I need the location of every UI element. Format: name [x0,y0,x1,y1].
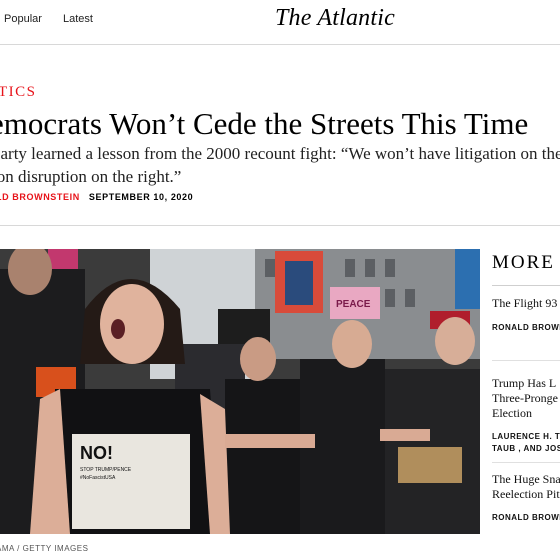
story-author-line: LAURENCE H. T [492,432,560,441]
byline: LD BROWNSTEIN SEPTEMBER 10, 2020 [0,192,193,202]
author-link[interactable]: LD BROWNSTEIN [0,192,80,202]
story-author-line: RONALD BROWN [492,323,560,332]
photo-credit: AMA / GETTY IMAGES [0,544,89,553]
story-author[interactable]: RONALD BROWN [492,512,560,524]
header-divider [0,225,560,226]
story-divider [492,462,560,463]
section-label[interactable]: TICS [0,84,37,101]
story-divider [492,360,560,361]
nav-link-popular[interactable]: Popular [4,13,42,25]
story-title-line: The Huge Sna [492,472,560,486]
story-title-line: Reelection Pit [492,487,560,501]
article-dek: party learned a lesson from the 2000 rec… [0,142,560,188]
story-title-line: Three-Pronge [492,391,558,405]
story-author[interactable]: RONALD BROWN [492,322,560,334]
dek-line: ion disruption on the right.” [0,167,182,186]
story-author-line: RONALD BROWN [492,513,560,522]
shirt-print-no: NO! [80,443,113,463]
story-title-link[interactable]: The Huge Sna Reelection Pit [492,472,560,502]
article-headline: emocrats Won’t Cede the Streets This Tim… [0,106,529,141]
shirt-print-line: STOP TRUMP/PENCE [80,467,132,473]
hero-photo: NO! STOP TRUMP/PENCE #NoFascistUSA PEACE [0,249,480,534]
dek-line: party learned a lesson from the 2000 rec… [0,144,560,163]
story-title-line: The Flight 93 [492,296,558,310]
nav-link-latest[interactable]: Latest [63,13,93,25]
top-navigation: Popular Latest The Atlantic [0,0,560,45]
more-stories-divider [492,285,560,286]
more-stories-heading: MORE S [492,252,560,273]
shirt-print-line: #NoFascistUSA [80,475,116,481]
story-title-line: Trump Has L [492,376,557,390]
site-logo[interactable]: The Atlantic [275,5,395,32]
story-title-link[interactable]: The Flight 93 [492,296,560,311]
story-title-link[interactable]: Trump Has L Three-Pronge Election [492,376,560,421]
story-author[interactable]: LAURENCE H. T TAUB , AND JOS [492,431,560,455]
sign-peace: PEACE [336,299,371,310]
story-author-line: TAUB , AND JOS [492,444,560,453]
publish-date: SEPTEMBER 10, 2020 [88,192,194,202]
story-title-line: Election [492,406,532,420]
